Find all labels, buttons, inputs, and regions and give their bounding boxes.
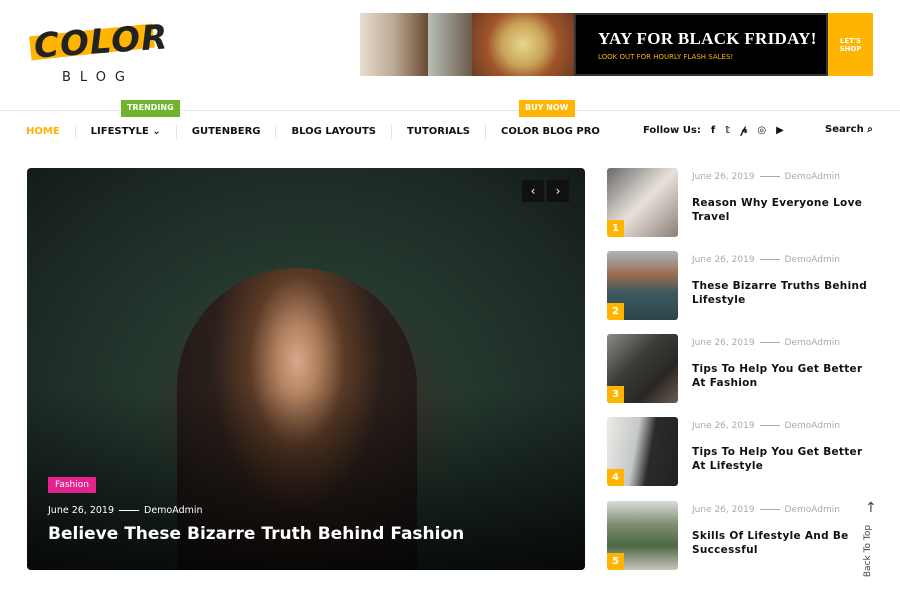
pinterest-icon[interactable]: 𝓅 xyxy=(740,125,747,136)
post-rank: 2 xyxy=(607,303,624,320)
post-title[interactable]: Tips To Help You Get Better At Fashion xyxy=(692,362,872,390)
search-button[interactable]: Search ⌕ xyxy=(825,124,873,135)
list-item: 3 June 26, 2019 DemoAdmin Tips To Help Yo… xyxy=(607,334,877,404)
nav-gutenberg[interactable]: GUTENBERG xyxy=(175,125,276,139)
post-date: June 26, 2019 xyxy=(692,338,755,348)
post-rank: 4 xyxy=(607,469,624,486)
post-thumbnail[interactable]: 4 xyxy=(607,417,678,486)
banner-text: YAY FOR BLACK FRIDAY! LOOK OUT FOR HOURL… xyxy=(574,13,828,76)
post-meta: June 26, 2019 DemoAdmin xyxy=(692,338,840,348)
post-meta: June 26, 2019 DemoAdmin xyxy=(692,255,840,265)
post-title[interactable]: These Bizarre Truths Behind Lifestyle xyxy=(692,279,872,307)
post-author[interactable]: DemoAdmin xyxy=(785,172,840,182)
banner-image xyxy=(472,13,574,76)
post-author[interactable]: DemoAdmin xyxy=(785,255,840,265)
back-to-top-button[interactable]: ↑ Back To Top xyxy=(858,500,882,580)
list-item: 4 June 26, 2019 DemoAdmin Tips To Help Yo… xyxy=(607,417,877,487)
nav-tutorials[interactable]: TUTORIALS xyxy=(391,125,485,139)
hero-title[interactable]: Believe These Bizarre Truth Behind Fashi… xyxy=(48,524,464,544)
ad-banner[interactable]: YAY FOR BLACK FRIDAY! LOOK OUT FOR HOURL… xyxy=(360,13,873,76)
back-to-top-label: Back To Top xyxy=(863,524,873,578)
post-date: June 26, 2019 xyxy=(692,505,755,515)
post-date: June 26, 2019 xyxy=(692,172,755,182)
list-item: 1 June 26, 2019 DemoAdmin Reason Why Ever… xyxy=(607,168,877,238)
post-meta: June 26, 2019 DemoAdmin xyxy=(692,172,840,182)
post-author[interactable]: DemoAdmin xyxy=(785,338,840,348)
nav-blog-layouts[interactable]: BLOG LAYOUTS xyxy=(275,125,391,139)
post-rank: 3 xyxy=(607,386,624,403)
nav-color-blog-pro[interactable]: COLOR BLOG PRO xyxy=(485,125,615,139)
banner-subline: LOOK OUT FOR HOURLY FLASH SALES! xyxy=(598,53,734,61)
site-logo[interactable]: COLOR BLOG xyxy=(28,17,170,88)
post-thumbnail[interactable]: 3 xyxy=(607,334,678,403)
post-title[interactable]: Skills Of Lifestyle And Be Successful xyxy=(692,529,872,557)
banner-image xyxy=(360,13,428,76)
facebook-icon[interactable]: f xyxy=(711,125,715,136)
list-item: 5 June 26, 2019 DemoAdmin Skills Of Lifes… xyxy=(607,501,877,571)
featured-slider[interactable]: ‹ › Fashion June 26, 2019 DemoAdmin Belie… xyxy=(27,168,585,570)
post-date: June 26, 2019 xyxy=(692,255,755,265)
social-links: Follow Us: f 𝕥 𝓅 ◎ ▶ xyxy=(643,125,784,136)
post-title[interactable]: Reason Why Everyone Love Travel xyxy=(692,196,872,224)
nav-home[interactable]: HOME xyxy=(26,125,75,139)
slider-prev-icon[interactable]: ‹ xyxy=(522,180,544,202)
post-meta: June 26, 2019 DemoAdmin xyxy=(692,505,840,515)
follow-label: Follow Us: xyxy=(643,125,701,136)
post-date: June 26, 2019 xyxy=(692,421,755,431)
arrow-up-icon: ↑ xyxy=(865,500,877,516)
twitter-icon[interactable]: 𝕥 xyxy=(725,125,730,136)
youtube-icon[interactable]: ▶ xyxy=(776,125,784,136)
instagram-icon[interactable]: ◎ xyxy=(757,125,766,136)
hero-author[interactable]: DemoAdmin xyxy=(144,505,203,516)
post-rank: 5 xyxy=(607,553,624,570)
chevron-down-icon: ⌄ xyxy=(152,126,161,137)
category-badge[interactable]: Fashion xyxy=(48,477,96,493)
post-meta: June 26, 2019 DemoAdmin xyxy=(692,421,840,431)
post-author[interactable]: DemoAdmin xyxy=(785,421,840,431)
nav-lifestyle-label: LIFESTYLE xyxy=(90,126,149,137)
buy-now-badge: BUY NOW xyxy=(519,100,575,117)
post-title[interactable]: Tips To Help You Get Better At Lifestyle xyxy=(692,445,872,473)
logo-word: COLOR xyxy=(32,17,170,67)
post-thumbnail[interactable]: 2 xyxy=(607,251,678,320)
banner-headline: YAY FOR BLACK FRIDAY! xyxy=(598,29,817,48)
nav-lifestyle[interactable]: LIFESTYLE ⌄ xyxy=(74,125,176,139)
post-thumbnail[interactable]: 1 xyxy=(607,168,678,237)
logo-sub: BLOG xyxy=(62,70,135,85)
hero-date: June 26, 2019 xyxy=(48,505,115,516)
post-author[interactable]: DemoAdmin xyxy=(785,505,840,515)
banner-image xyxy=(428,13,472,76)
post-rank: 1 xyxy=(607,220,624,237)
slider-next-icon[interactable]: › xyxy=(547,180,569,202)
search-icon: ⌕ xyxy=(867,124,873,135)
list-item: 2 June 26, 2019 DemoAdmin These Bizarre T… xyxy=(607,251,877,321)
hero-meta: June 26, 2019 DemoAdmin xyxy=(48,505,203,516)
trending-badge: TRENDING xyxy=(121,100,180,117)
banner-shop-button[interactable]: LET'S SHOP xyxy=(828,13,873,76)
main-nav: HOME LIFESTYLE ⌄ GUTENBERG BLOG LAYOUTS … xyxy=(26,125,615,139)
search-label: Search xyxy=(825,124,864,135)
post-thumbnail[interactable]: 5 xyxy=(607,501,678,570)
